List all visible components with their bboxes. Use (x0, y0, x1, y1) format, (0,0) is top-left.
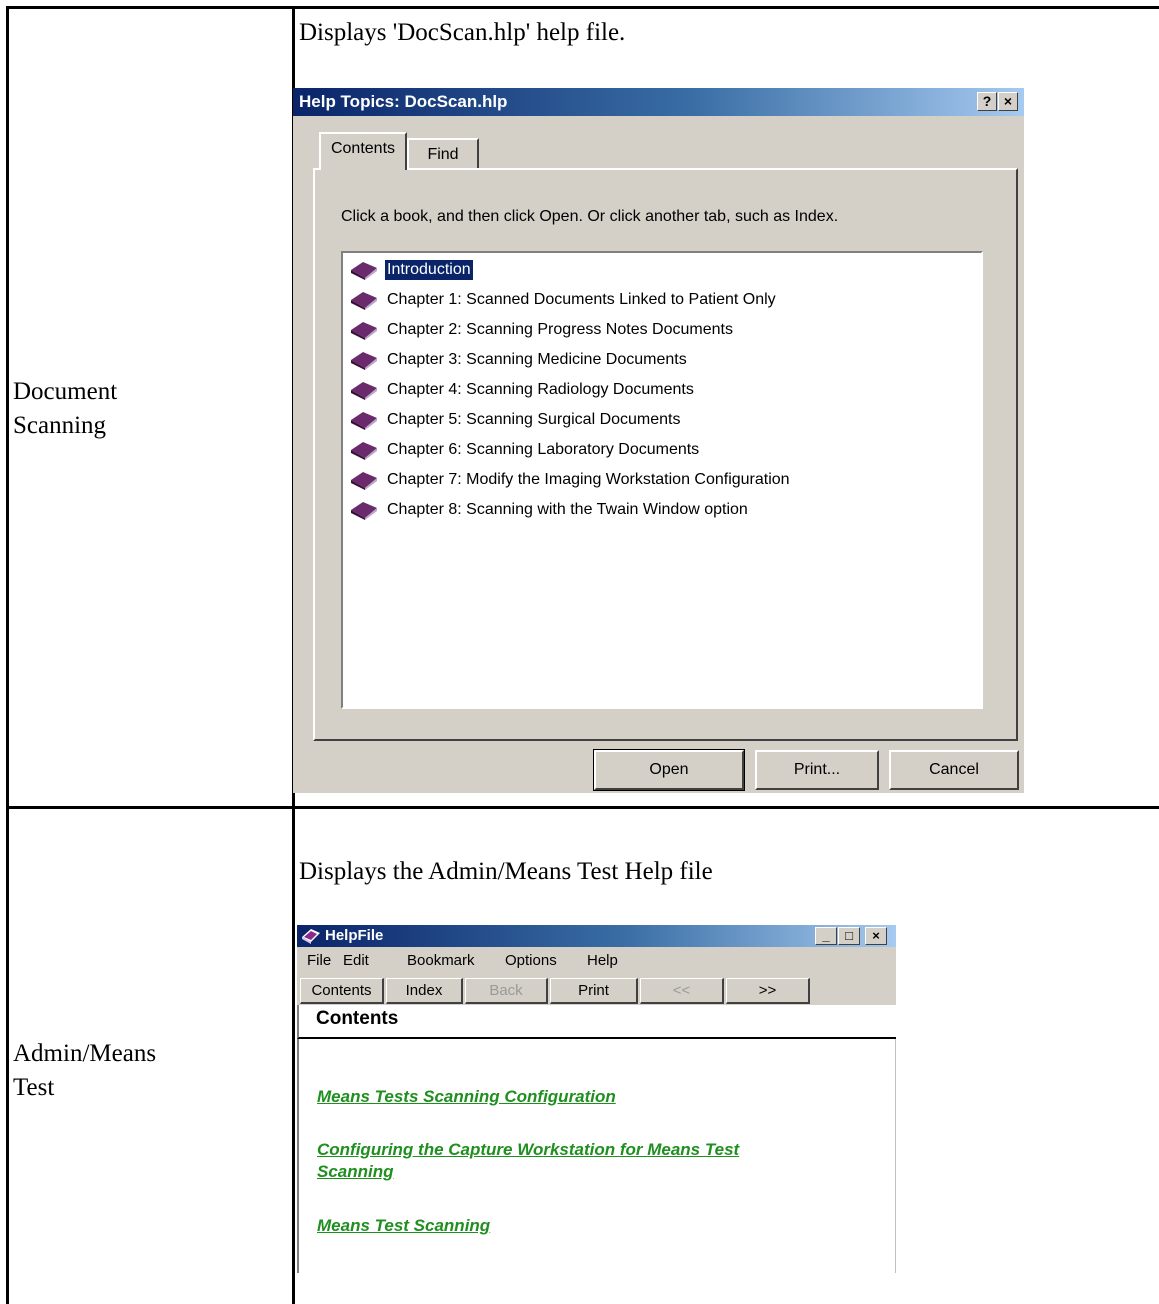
helpfile-title-bar[interactable]: HelpFile _ □ × (297, 925, 896, 947)
menu-help[interactable]: Help (587, 952, 618, 969)
list-item[interactable]: Chapter 2: Scanning Progress Notes Docum… (349, 317, 735, 343)
link-means-test-scanning[interactable]: Means Test Scanning (317, 1215, 490, 1237)
link-means-tests-scanning-configuration[interactable]: Means Tests Scanning Configuration (317, 1086, 616, 1108)
close-button[interactable]: × (998, 92, 1018, 111)
cancel-button[interactable]: Cancel (889, 750, 1019, 790)
help-button[interactable]: ? (977, 92, 997, 111)
list-item-label: Chapter 8: Scanning with the Twain Windo… (387, 501, 748, 518)
book-icon (351, 292, 377, 310)
menu-edit[interactable]: Edit (343, 952, 369, 969)
row-label-document-scanning: Document Scanning (13, 378, 118, 439)
book-icon (351, 352, 377, 370)
topics-list[interactable]: Introduction Chapter 1: Scanned Document… (341, 251, 983, 709)
list-item-label: Introduction (385, 260, 473, 280)
helpfile-title: HelpFile (325, 927, 384, 944)
book-icon (351, 472, 377, 490)
index-button[interactable]: Index (386, 978, 463, 1004)
close-button[interactable]: × (865, 927, 887, 945)
list-item[interactable]: Chapter 3: Scanning Medicine Documents (349, 347, 689, 373)
list-item[interactable]: Introduction (349, 257, 473, 283)
book-icon (351, 442, 377, 460)
dialog-title-bar[interactable]: Help Topics: DocScan.hlp ? × (293, 88, 1024, 116)
list-item-label: Chapter 5: Scanning Surgical Documents (387, 411, 681, 428)
list-item[interactable]: Chapter 7: Modify the Imaging Workstatio… (349, 467, 792, 493)
list-item-label: Chapter 6: Scanning Laboratory Documents (387, 441, 700, 458)
row-description-admin-means-test: Displays the Admin/Means Test Help file (299, 858, 713, 885)
list-item-label: Chapter 7: Modify the Imaging Workstatio… (387, 471, 790, 488)
menu-bookmark[interactable]: Bookmark (407, 952, 475, 969)
maximize-button[interactable]: □ (838, 927, 860, 945)
open-button[interactable]: Open (593, 749, 745, 791)
helpfile-window: HelpFile _ □ × File Edit Bookmark Option… (297, 925, 896, 1273)
link-configuring-capture-workstation[interactable]: Configuring the Capture Workstation for … (317, 1139, 739, 1183)
list-item-label: Chapter 4: Scanning Radiology Documents (387, 381, 694, 398)
contents-button[interactable]: Contents (300, 978, 384, 1004)
list-item-label: Chapter 1: Scanned Documents Linked to P… (387, 291, 776, 308)
book-icon (351, 382, 377, 400)
back-button[interactable]: Back (465, 978, 548, 1004)
minimize-button[interactable]: _ (815, 927, 837, 945)
book-icon (351, 262, 377, 280)
topic-heading: Contents (316, 1008, 399, 1029)
list-item[interactable]: Chapter 6: Scanning Laboratory Documents (349, 437, 701, 463)
book-icon (351, 322, 377, 340)
print-button[interactable]: Print (550, 978, 638, 1004)
button-bar: Contents Index Back Print << >> (297, 975, 896, 1005)
list-item[interactable]: Chapter 5: Scanning Surgical Documents (349, 407, 683, 433)
row-description-document-scanning: Displays 'DocScan.hlp' help file. (299, 19, 626, 46)
dialog-title: Help Topics: DocScan.hlp (299, 92, 508, 111)
topic-heading-bar: Contents (297, 1005, 896, 1039)
instruction-text: Click a book, and then click Open. Or cl… (341, 208, 839, 225)
list-item[interactable]: Chapter 8: Scanning with the Twain Windo… (349, 497, 750, 523)
row-label-admin-means-test: Admin/Means Test (13, 1040, 157, 1101)
book-icon (351, 502, 377, 520)
tab-find[interactable]: Find (407, 138, 479, 168)
list-item[interactable]: Chapter 4: Scanning Radiology Documents (349, 377, 696, 403)
menu-options[interactable]: Options (505, 952, 557, 969)
browse-previous-button[interactable]: << (640, 978, 724, 1004)
list-item[interactable]: Chapter 1: Scanned Documents Linked to P… (349, 287, 778, 313)
topic-body: Means Tests Scanning Configuration Confi… (297, 1039, 896, 1273)
menu-file[interactable]: File (307, 952, 331, 969)
help-book-icon (302, 929, 320, 944)
help-topics-dialog: Help Topics: DocScan.hlp ? × Contents Fi… (293, 88, 1024, 793)
list-item-label: Chapter 3: Scanning Medicine Documents (387, 351, 687, 368)
tab-contents[interactable]: Contents (319, 132, 407, 170)
list-item-label: Chapter 2: Scanning Progress Notes Docum… (387, 321, 733, 338)
print-button[interactable]: Print... (755, 750, 879, 790)
browse-next-button[interactable]: >> (726, 978, 810, 1004)
book-icon (351, 412, 377, 430)
menu-bar: File Edit Bookmark Options Help (297, 947, 896, 975)
